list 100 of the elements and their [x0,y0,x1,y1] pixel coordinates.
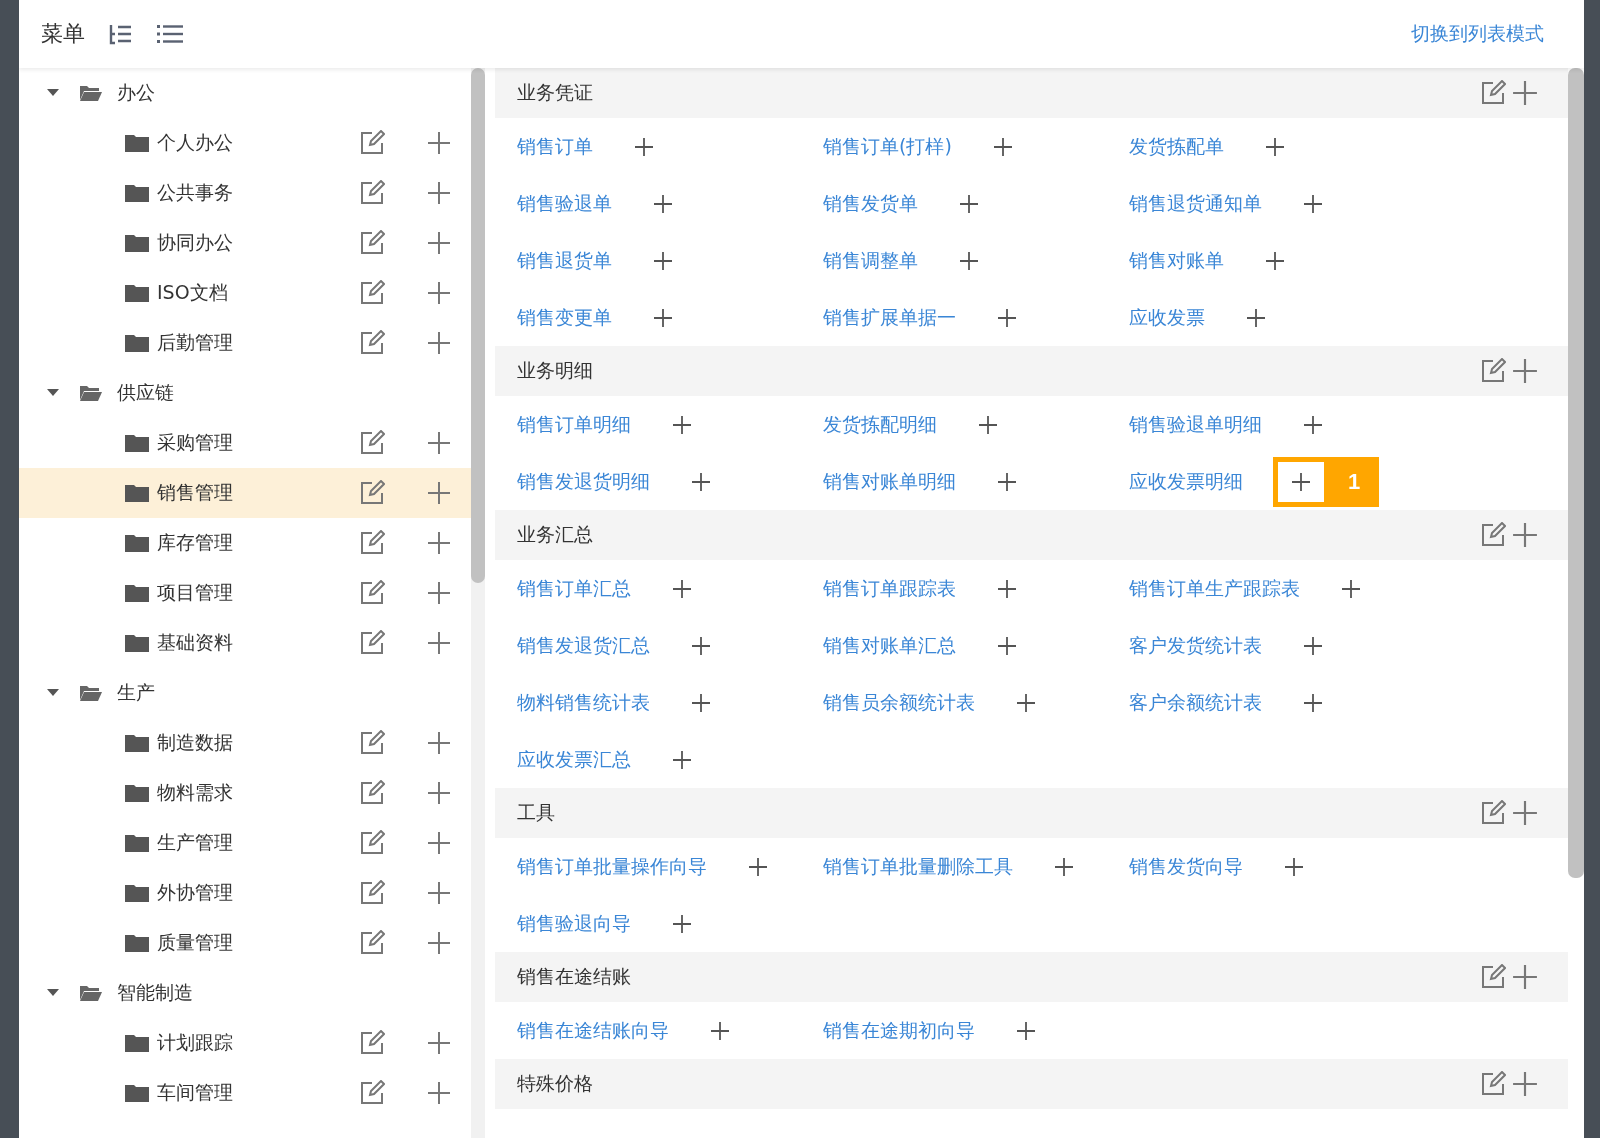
menu-link[interactable]: 客户发货统计表 [1129,632,1262,659]
add-icon[interactable] [1304,693,1322,712]
menu-link[interactable]: 销售扩展单据一 [823,304,956,331]
tree-item[interactable]: 生产管理 [19,818,471,868]
add-icon[interactable] [1285,857,1303,876]
edit-icon[interactable] [359,730,385,756]
edit-icon[interactable] [359,830,385,856]
add-icon[interactable] [998,472,1016,491]
caret-icon[interactable] [47,689,59,697]
add-icon[interactable] [427,581,451,605]
add-icon[interactable] [1512,964,1538,990]
add-icon[interactable] [998,636,1016,655]
menu-link[interactable]: 应收发票 [1129,304,1205,331]
tree-item[interactable]: 基础资料 [19,618,471,668]
tree-item-label[interactable]: 外协管理 [157,880,233,906]
menu-link[interactable]: 销售订单批量删除工具 [823,853,1013,880]
menu-link[interactable]: 销售验退向导 [517,910,631,937]
edit-icon[interactable] [1480,358,1506,384]
tree-item[interactable]: 计划跟踪 [19,1018,471,1068]
add-icon[interactable] [749,857,767,876]
add-icon[interactable] [427,781,451,805]
edit-icon[interactable] [359,1080,385,1106]
scrollbar-thumb[interactable] [1568,68,1584,878]
add-icon[interactable] [654,194,672,213]
menu-link[interactable]: 销售验退单明细 [1129,411,1262,438]
tree-item[interactable]: 采购管理 [19,418,471,468]
caret-icon[interactable] [47,89,59,97]
add-icon[interactable] [1266,251,1284,270]
tree-item[interactable]: 协同办公 [19,218,471,268]
tree-item-label[interactable]: 销售管理 [157,480,233,506]
menu-link[interactable]: 发货拣配单 [1129,133,1224,160]
edit-icon[interactable] [1480,964,1506,990]
edit-icon[interactable] [1480,80,1506,106]
tree-item[interactable]: 车间管理 [19,1068,471,1118]
add-icon[interactable] [427,181,451,205]
menu-link[interactable]: 销售订单 [517,133,593,160]
tree-item-label[interactable]: 协同办公 [157,230,233,256]
menu-link[interactable]: 发货拣配明细 [823,411,937,438]
add-icon[interactable] [1512,1071,1538,1097]
menu-link[interactable]: 物料销售统计表 [517,689,650,716]
add-icon[interactable] [427,531,451,555]
edit-icon[interactable] [359,1030,385,1056]
menu-link[interactable]: 销售订单汇总 [517,575,631,602]
tree-item-label[interactable]: 生产管理 [157,830,233,856]
list-view-icon[interactable] [157,23,183,45]
add-icon[interactable] [673,579,691,598]
add-icon[interactable] [427,431,451,455]
add-icon[interactable] [673,914,691,933]
edit-icon[interactable] [359,180,385,206]
tree-item-label[interactable]: 后勤管理 [157,330,233,356]
tree-view-icon[interactable] [109,23,133,45]
menu-link[interactable]: 销售在途结账向导 [517,1017,669,1044]
menu-link[interactable]: 销售对账单明细 [823,468,956,495]
switch-to-list-mode-link[interactable]: 切换到列表模式 [1411,21,1544,47]
menu-link[interactable]: 销售发货向导 [1129,853,1243,880]
add-icon[interactable] [979,415,997,434]
menu-link[interactable]: 销售发退货汇总 [517,632,650,659]
tree-item[interactable]: 公共事务 [19,168,471,218]
add-icon[interactable] [635,137,653,156]
add-icon[interactable] [427,831,451,855]
tree-item-label[interactable]: 质量管理 [157,930,233,956]
add-icon[interactable] [1512,522,1538,548]
add-icon[interactable] [993,137,1012,156]
add-icon[interactable] [427,281,451,305]
edit-icon[interactable] [359,580,385,606]
menu-link[interactable]: 销售订单跟踪表 [823,575,956,602]
edit-icon[interactable] [359,230,385,256]
add-icon[interactable] [673,750,691,769]
menu-link[interactable]: 销售订单(打样) [823,133,952,160]
add-icon[interactable] [654,251,672,270]
edit-icon[interactable] [359,130,385,156]
tree-item[interactable]: ISO文档 [19,268,471,318]
tree-item-label[interactable]: 制造数据 [157,730,233,756]
add-icon[interactable] [960,251,978,270]
menu-link[interactable]: 销售员余额统计表 [823,689,975,716]
add-icon[interactable] [427,131,451,155]
add-icon[interactable] [673,415,691,434]
add-icon[interactable] [427,1081,451,1105]
add-icon[interactable] [1292,472,1310,491]
add-icon[interactable] [692,693,710,712]
edit-icon[interactable] [359,930,385,956]
tree-item-label[interactable]: 采购管理 [157,430,233,456]
tree-item[interactable]: 质量管理 [19,918,471,968]
tree-item-label[interactable]: 项目管理 [157,580,233,606]
add-icon[interactable] [427,931,451,955]
tree-item-label[interactable]: 基础资料 [157,630,233,656]
tree-item[interactable]: 制造数据 [19,718,471,768]
add-icon[interactable] [1304,415,1322,434]
tree-item-label[interactable]: 库存管理 [157,530,233,556]
edit-icon[interactable] [359,330,385,356]
menu-link[interactable]: 销售变更单 [517,304,612,331]
tree-item-label[interactable]: 公共事务 [157,180,233,206]
menu-link[interactable]: 销售在途期初向导 [823,1017,975,1044]
tree-item[interactable]: 销售管理 [19,468,471,518]
add-icon[interactable] [1247,308,1265,327]
add-icon[interactable] [427,631,451,655]
add-icon[interactable] [998,308,1016,327]
add-icon[interactable] [1512,358,1538,384]
edit-icon[interactable] [359,780,385,806]
tree-item-label[interactable]: 个人办公 [157,130,233,156]
